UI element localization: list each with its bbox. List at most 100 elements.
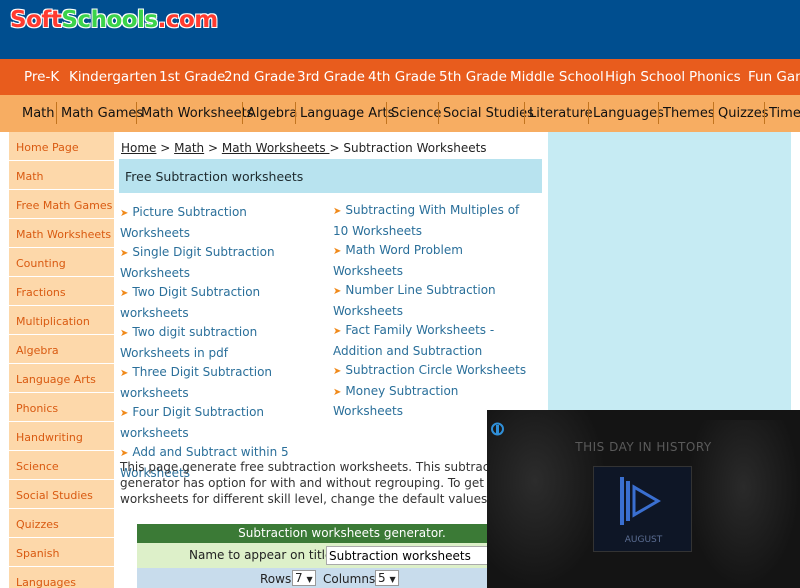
sidebar-item-handwriting[interactable]: Handwriting xyxy=(9,422,114,451)
rows-label: Rows: xyxy=(260,572,296,586)
subject-nav-item[interactable]: Science xyxy=(391,106,441,121)
worksheet-links-left: ➤ Picture Subtraction Worksheets ➤ Single … xyxy=(120,203,320,483)
page-description: This page generate free subtraction work… xyxy=(120,460,526,506)
breadcrumb-current: Subtraction Worksheets xyxy=(343,141,487,155)
arrow-icon: ➤ xyxy=(120,248,129,259)
arrow-icon: ➤ xyxy=(120,408,129,419)
subject-nav-item[interactable]: Algebra xyxy=(247,106,297,121)
sidebar-item-math-worksheets[interactable]: Math Worksheets xyxy=(9,219,114,248)
nav-divider xyxy=(764,102,765,124)
arrow-icon: ➤ xyxy=(333,246,342,257)
play-logo-icon xyxy=(620,477,661,525)
sidebar-item-home-page[interactable]: Home Page xyxy=(9,132,114,161)
grade-nav-item[interactable]: 2nd Grade xyxy=(224,69,295,85)
nav-divider xyxy=(658,102,659,124)
breadcrumb-math-worksheets[interactable]: Math Worksheets xyxy=(222,141,330,155)
subject-nav-item[interactable]: Math Games xyxy=(61,106,143,121)
subject-nav-item[interactable]: Timelines xyxy=(769,106,800,121)
generator-name-row: Name to appear on title: xyxy=(137,543,547,568)
subject-nav-item[interactable]: Themes xyxy=(663,106,715,121)
sidebar-item-spanish[interactable]: Spanish xyxy=(9,538,114,567)
grade-nav-item[interactable]: 1st Grade xyxy=(159,69,225,85)
nav-divider xyxy=(713,102,714,124)
worksheet-link[interactable]: ➤ Two digit subtraction Worksheets in pdf xyxy=(120,323,320,363)
grade-nav-item[interactable]: High School xyxy=(605,69,685,85)
sidebar-item-phonics[interactable]: Phonics xyxy=(9,393,114,422)
subject-nav-item[interactable]: Math xyxy=(22,106,55,121)
grade-nav-item[interactable]: Kindergarten xyxy=(69,69,157,85)
name-label: Name to appear on title: xyxy=(189,548,337,562)
sidebar-item-languages[interactable]: Languages xyxy=(9,567,114,588)
grade-nav-item[interactable]: Pre-K xyxy=(24,69,59,85)
grade-nav-item[interactable]: Fun Games xyxy=(748,69,800,85)
title-name-input[interactable] xyxy=(326,546,496,565)
worksheet-link[interactable]: ➤ Picture Subtraction Worksheets xyxy=(120,203,320,243)
site-logo[interactable]: SoftSchools.com xyxy=(10,7,218,33)
sidebar-item-science[interactable]: Science xyxy=(9,451,114,480)
subject-nav-item[interactable]: Math Worksheets xyxy=(141,106,253,121)
worksheet-link[interactable]: ➤ Subtracting With Multiples of 10 Workshe… xyxy=(333,201,533,241)
worksheet-link[interactable]: ➤ Number Line Subtraction Worksheets xyxy=(333,281,533,321)
sidebar-item-fractions[interactable]: Fractions xyxy=(9,277,114,306)
chevron-down-icon: ▼ xyxy=(389,575,396,584)
sidebar-item-quizzes[interactable]: Quizzes xyxy=(9,509,114,538)
video-thumbnail[interactable]: AUGUST xyxy=(593,466,692,552)
nav-divider xyxy=(524,102,525,124)
grade-nav-item[interactable]: Phonics xyxy=(689,69,741,85)
video-title: THIS DAY IN HISTORY xyxy=(575,440,712,454)
nav-divider xyxy=(438,102,439,124)
worksheet-link[interactable]: ➤ Four Digit Subtraction worksheets xyxy=(120,403,320,443)
page-title-bar: Free Subtraction worksheets xyxy=(119,159,542,193)
subject-nav-item[interactable]: Languages xyxy=(593,106,664,121)
sidebar-item-counting[interactable]: Counting xyxy=(9,248,114,277)
breadcrumb-math[interactable]: Math xyxy=(174,141,204,155)
arrow-icon: ➤ xyxy=(333,286,342,297)
sidebar-item-free-math-games[interactable]: Free Math Games xyxy=(9,190,114,219)
worksheet-link[interactable]: ➤ Subtraction Circle Worksheets xyxy=(333,361,533,382)
sidebar-item-multiplication[interactable]: Multiplication xyxy=(9,306,114,335)
sidebar-item-algebra[interactable]: Algebra xyxy=(9,335,114,364)
nav-divider xyxy=(136,102,137,124)
grade-nav-item[interactable]: 4th Grade xyxy=(368,69,436,85)
grade-nav-item[interactable]: Middle School xyxy=(510,69,604,85)
nav-divider xyxy=(386,102,387,124)
channel-logo-icon xyxy=(491,422,504,436)
arrow-icon: ➤ xyxy=(333,366,342,377)
sidebar-item-math[interactable]: Math xyxy=(9,161,114,190)
arrow-icon: ➤ xyxy=(333,206,342,217)
video-player-overlay[interactable]: THIS DAY IN HISTORY AUGUST xyxy=(487,410,800,588)
breadcrumb: Home > Math > Math Worksheets > Subtract… xyxy=(121,141,487,155)
video-month: AUGUST xyxy=(624,535,663,545)
arrow-icon: ➤ xyxy=(120,448,129,459)
arrow-icon: ➤ xyxy=(333,326,342,337)
worksheet-link[interactable]: ➤ Three Digit Subtraction worksheets xyxy=(120,363,320,403)
arrow-icon: ➤ xyxy=(120,288,129,299)
sidebar-item-social-studies[interactable]: Social Studies xyxy=(9,480,114,509)
subject-nav-item[interactable]: Quizzes xyxy=(718,106,769,121)
columns-select[interactable]: 5 ▼ xyxy=(375,570,399,586)
nav-divider xyxy=(242,102,243,124)
chevron-down-icon: ▼ xyxy=(306,575,313,584)
subject-nav-item[interactable]: Language Arts xyxy=(300,106,394,121)
worksheet-link[interactable]: ➤ Fact Family Worksheets - Addition and Su… xyxy=(333,321,533,361)
worksheet-generator-form: Subtraction worksheets generator. Name t… xyxy=(137,524,547,588)
columns-label: Columns: xyxy=(323,572,380,586)
rows-select[interactable]: 7 ▼ xyxy=(292,570,316,586)
grade-nav-item[interactable]: 5th Grade xyxy=(439,69,507,85)
grade-nav-bar: Pre-K Kindergarten 1st Grade 2nd Grade 3… xyxy=(0,59,800,95)
arrow-icon: ➤ xyxy=(120,368,129,379)
nav-divider xyxy=(295,102,296,124)
grade-nav-item[interactable]: 3rd Grade xyxy=(297,69,365,85)
arrow-icon: ➤ xyxy=(120,208,129,219)
worksheet-link[interactable]: ➤ Two Digit Subtraction worksheets xyxy=(120,283,320,323)
breadcrumb-home[interactable]: Home xyxy=(121,141,156,155)
subject-nav-item[interactable]: Literature xyxy=(529,106,593,121)
sidebar-item-language-arts[interactable]: Language Arts xyxy=(9,364,114,393)
main-content: Home > Math > Math Worksheets > Subtract… xyxy=(114,132,548,588)
left-sidebar: Home Page Math Free Math Games Math Work… xyxy=(9,132,114,588)
subject-nav-item[interactable]: Social Studies xyxy=(443,106,534,121)
nav-divider xyxy=(588,102,589,124)
worksheet-link[interactable]: ➤ Single Digit Subtraction Worksheets xyxy=(120,243,320,283)
site-header: SoftSchools.com xyxy=(0,0,800,59)
worksheet-link[interactable]: ➤ Math Word Problem Worksheets xyxy=(333,241,533,281)
